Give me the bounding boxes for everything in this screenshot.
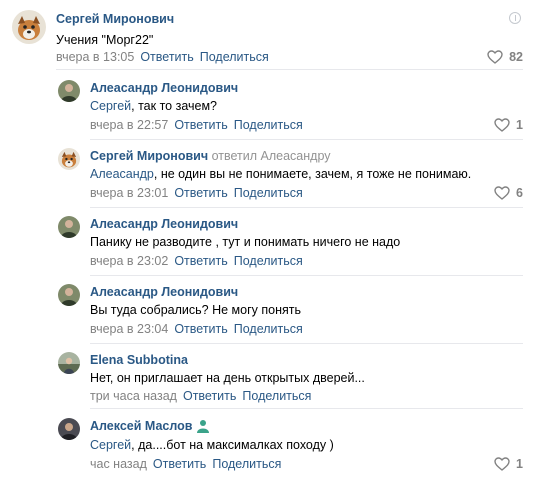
- heart-icon: [487, 50, 503, 64]
- comment-author[interactable]: Elena Subbotina: [90, 353, 188, 367]
- user-badge-icon: [197, 420, 210, 433]
- comment-time[interactable]: три часа назад: [90, 389, 177, 403]
- reply-button[interactable]: Ответить: [174, 186, 227, 200]
- mention-link[interactable]: Сергей: [90, 99, 131, 113]
- like-count: 82: [509, 50, 523, 64]
- like-count: 6: [516, 186, 523, 200]
- comment-item: Сергей Миронович Учения "Морг22" вчера в…: [0, 0, 535, 70]
- comment-time[interactable]: час назад: [90, 457, 147, 471]
- reply-button[interactable]: Ответить: [140, 50, 193, 64]
- comment-author[interactable]: Алеасандр Леонидович: [90, 81, 238, 95]
- share-button[interactable]: Поделиться: [212, 457, 281, 471]
- share-button[interactable]: Поделиться: [234, 118, 303, 132]
- comment-time[interactable]: вчера в 23:02: [90, 254, 168, 268]
- share-button[interactable]: Поделиться: [234, 322, 303, 336]
- share-button[interactable]: Поделиться: [200, 50, 269, 64]
- comment-author[interactable]: Алексей Маслов: [90, 419, 210, 433]
- comment-time[interactable]: вчера в 13:05: [56, 50, 134, 64]
- man-avatar[interactable]: [58, 284, 80, 306]
- person-avatar[interactable]: [58, 418, 80, 440]
- reply-button[interactable]: Ответить: [183, 389, 236, 403]
- reply-button[interactable]: Ответить: [153, 457, 206, 471]
- replied-to-label[interactable]: ответил Алеасандру: [212, 149, 331, 163]
- info-icon[interactable]: [509, 12, 521, 24]
- comment-text: Вы туда собрались? Не могу понять: [90, 303, 301, 317]
- heart-icon: [494, 186, 510, 200]
- share-button[interactable]: Поделиться: [234, 254, 303, 268]
- comment-author[interactable]: Алеасандр Леонидович: [90, 217, 238, 231]
- comment-meta: вчера в 23:02 Ответить Поделиться: [90, 254, 303, 268]
- comment-time[interactable]: вчера в 22:57: [90, 118, 168, 132]
- comment-author[interactable]: Сергей Миронович: [56, 12, 174, 26]
- comment-meta: вчера в 23:01 Ответить Поделиться: [90, 186, 303, 200]
- comment-author[interactable]: Алеасандр Леонидович: [90, 285, 238, 299]
- like-button[interactable]: 82: [487, 50, 523, 64]
- comment-time[interactable]: вчера в 23:04: [90, 322, 168, 336]
- comment-reply: Сергей Миронович ответил Алеасандру Алеа…: [0, 140, 535, 208]
- comment-text: Сергей, так то зачем?: [90, 99, 218, 113]
- like-button[interactable]: 1: [494, 118, 523, 132]
- comment-text: Учения "Морг22": [56, 33, 154, 47]
- divider: [56, 69, 523, 70]
- comment-text: Сергей, да....бот на максималках походу …: [90, 438, 334, 452]
- heart-icon: [494, 457, 510, 471]
- mention-link[interactable]: Сергей: [90, 438, 131, 452]
- comment-reply: Elena Subbotina Нет, он приглашает на де…: [0, 344, 535, 409]
- comment-text: Нет, он приглашает на день открытых двер…: [90, 371, 365, 385]
- dog-avatar[interactable]: [12, 10, 46, 44]
- comment-text: Панику не разводите , тут и понимать нич…: [90, 235, 401, 249]
- outdoor-avatar[interactable]: [58, 352, 80, 374]
- man-avatar[interactable]: [58, 216, 80, 238]
- like-button[interactable]: 1: [494, 457, 523, 471]
- comment-author[interactable]: Сергей Миронович ответил Алеасандру: [90, 149, 331, 163]
- comment-time[interactable]: вчера в 23:01: [90, 186, 168, 200]
- comment-reply: Алеасандр Леонидович Вы туда собрались? …: [0, 276, 535, 344]
- comment-reply: Алексей Маслов Сергей, да....бот на макс…: [0, 410, 535, 480]
- reply-button[interactable]: Ответить: [174, 254, 227, 268]
- like-button[interactable]: 6: [494, 186, 523, 200]
- like-count: 1: [516, 457, 523, 471]
- divider: [90, 408, 523, 409]
- mention-link[interactable]: Алеасандр: [90, 167, 154, 181]
- like-count: 1: [516, 118, 523, 132]
- man-avatar[interactable]: [58, 80, 80, 102]
- share-button[interactable]: Поделиться: [242, 389, 311, 403]
- reply-button[interactable]: Ответить: [174, 118, 227, 132]
- comment-reply: Алеасандр Леонидович Сергей, так то заче…: [0, 72, 535, 140]
- comment-meta: вчера в 23:04 Ответить Поделиться: [90, 322, 303, 336]
- comment-meta: три часа назад Ответить Поделиться: [90, 389, 311, 403]
- comment-meta: вчера в 13:05 Ответить Поделиться: [56, 50, 269, 64]
- comment-meta: вчера в 22:57 Ответить Поделиться: [90, 118, 303, 132]
- comment-meta: час назад Ответить Поделиться: [90, 457, 281, 471]
- comment-text: Алеасандр, не один вы не понимаете, заче…: [90, 167, 472, 181]
- heart-icon: [494, 118, 510, 132]
- comment-reply: Алеасандр Леонидович Панику не разводите…: [0, 208, 535, 276]
- share-button[interactable]: Поделиться: [234, 186, 303, 200]
- reply-button[interactable]: Ответить: [174, 322, 227, 336]
- dog-avatar[interactable]: [58, 148, 80, 170]
